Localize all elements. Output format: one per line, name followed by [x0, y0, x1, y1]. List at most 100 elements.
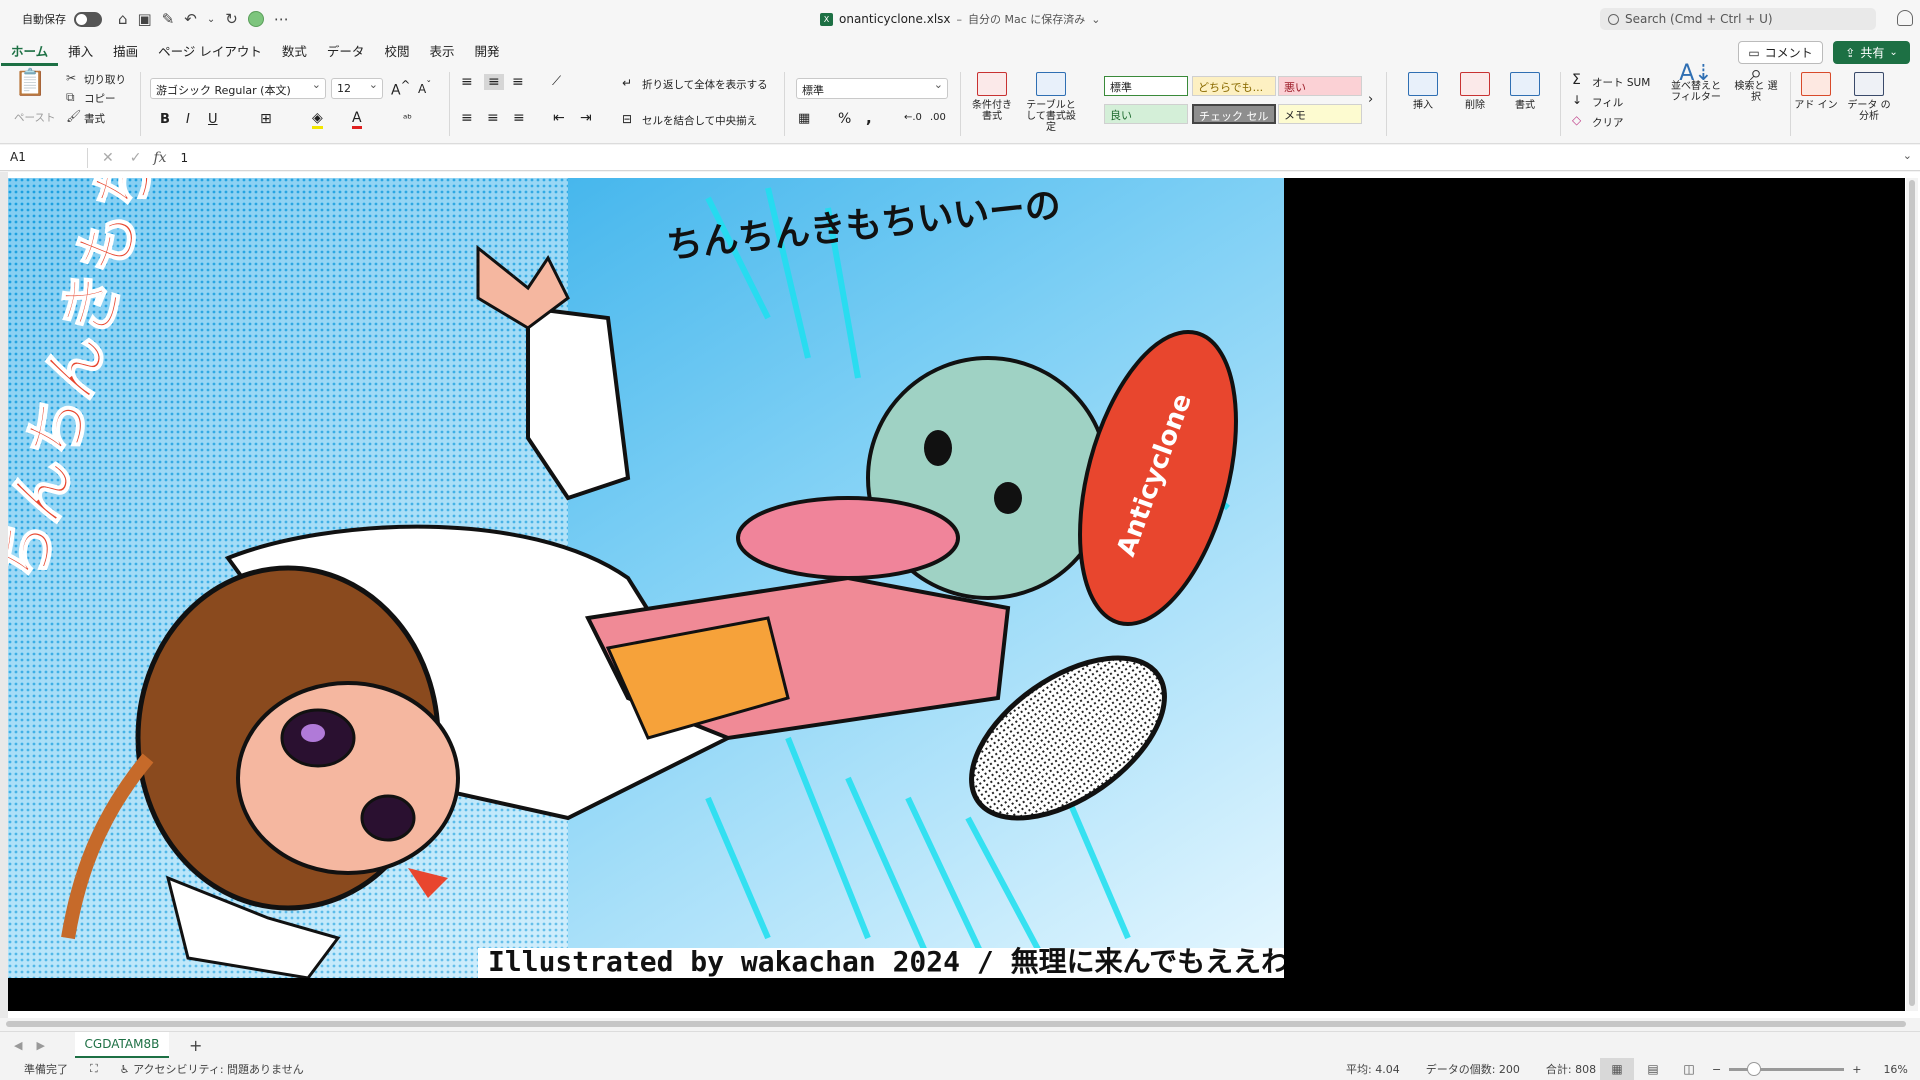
tab-home[interactable]: ホーム [1, 38, 59, 66]
zoom-slider[interactable] [1729, 1061, 1845, 1076]
document-title[interactable]: X onanticyclone.xlsx – 自分の Mac に保存済み ⌄ [820, 11, 1101, 27]
clear-button[interactable]: クリア [1592, 115, 1624, 130]
chevron-down-icon[interactable]: ⌄ [207, 14, 215, 25]
prev-sheet-icon[interactable]: ◀ [14, 1039, 22, 1052]
autosave-toggle[interactable] [74, 11, 102, 27]
cancel-icon[interactable]: ✕ [102, 150, 114, 166]
tab-developer[interactable]: 開発 [464, 38, 509, 66]
chevron-down-icon[interactable]: ⌄ [1903, 149, 1912, 162]
format-painter-icon[interactable]: 🖌 [66, 109, 81, 123]
phonetic-icon[interactable]: ᵃᵇ [403, 112, 412, 125]
wrap-text-button[interactable]: 折り返して全体を表示する [642, 77, 768, 92]
redo-icon[interactable]: ↻ [225, 10, 238, 28]
autosave-control[interactable]: 自動保存 [22, 11, 102, 27]
align-right-icon[interactable]: ≡ [513, 110, 525, 126]
page-break-view-icon[interactable]: ◫ [1672, 1058, 1706, 1080]
tab-data[interactable]: データ [317, 38, 375, 66]
table-format-button[interactable]: テーブルと して書式設定 [1022, 72, 1080, 133]
paste-icon[interactable]: 📋 [14, 68, 46, 98]
tab-review[interactable]: 校閲 [374, 38, 419, 66]
tab-draw[interactable]: 描画 [103, 38, 148, 66]
horizontal-scrollbar[interactable] [0, 1018, 1920, 1030]
fill-button[interactable]: フィル [1592, 95, 1623, 110]
underline-button[interactable]: U [208, 112, 218, 127]
increase-font-icon[interactable]: A^ [391, 78, 410, 99]
decrease-font-icon[interactable]: Aˇ [418, 80, 431, 96]
copy-icon[interactable]: ⧉ [66, 90, 75, 105]
confirm-icon[interactable]: ✓ [130, 150, 142, 166]
style-memo[interactable]: メモ [1278, 104, 1362, 124]
format-painter-button[interactable]: 書式 [84, 111, 105, 126]
number-format-select[interactable]: 標準 [796, 78, 948, 99]
tab-insert[interactable]: 挿入 [58, 38, 103, 66]
insert-cells-button[interactable]: 挿入 [1400, 72, 1446, 111]
decrease-decimal-icon[interactable]: .00 [930, 112, 946, 123]
name-box[interactable]: A1 [4, 147, 88, 168]
search-box[interactable]: Search (Cmd + Ctrl + U) [1600, 8, 1876, 30]
decrease-indent-icon[interactable]: ⇤ [553, 110, 565, 126]
save-icon[interactable]: ▣ [138, 10, 152, 28]
zoom-slider-knob[interactable] [1747, 1061, 1762, 1076]
cut-button[interactable]: 切り取り [84, 72, 126, 87]
font-color-icon[interactable]: A [352, 110, 362, 129]
merge-center-icon[interactable]: ⊟ [622, 112, 632, 126]
font-name-select[interactable]: 游ゴシック Regular (本文) [150, 78, 326, 99]
autosum-icon[interactable]: Σ [1572, 72, 1581, 88]
styles-more-icon[interactable]: › [1368, 92, 1373, 107]
vertical-scrollbar-thumb[interactable] [1909, 180, 1915, 1006]
find-select-button[interactable]: ⌕ 検索と 選択 [1730, 63, 1782, 104]
align-middle-icon[interactable]: ≡ [484, 74, 504, 90]
delete-cells-button[interactable]: 削除 [1452, 72, 1498, 111]
next-sheet-icon[interactable]: ▶ [36, 1039, 44, 1052]
normal-view-icon[interactable]: ▦ [1600, 1058, 1634, 1080]
scissors-icon[interactable]: ✂ [66, 71, 76, 85]
home-icon[interactable]: ⌂ [118, 10, 128, 28]
undo-icon[interactable]: ↶ [184, 10, 197, 28]
clear-icon[interactable]: ◇ [1572, 113, 1581, 127]
fill-icon[interactable]: ↓ [1572, 93, 1582, 107]
italic-button[interactable]: I [186, 112, 190, 127]
copy-button[interactable]: コピー [84, 91, 116, 106]
align-top-icon[interactable]: ≡ [461, 74, 473, 90]
merge-center-button[interactable]: セルを結合して中央揃え [642, 113, 757, 128]
style-normal[interactable]: 標準 [1104, 76, 1188, 96]
cell-art-canvas[interactable]: Anticyclone ちんちんきもちいい！！ ちんちんきもちいいーの Illu… [8, 178, 1905, 1011]
share-button[interactable]: ⇪ 共有 ⌄ [1833, 41, 1910, 64]
conditional-format-button[interactable]: 条件付き 書式 [968, 72, 1016, 122]
style-good[interactable]: 良い [1104, 104, 1188, 124]
tab-view[interactable]: 表示 [419, 38, 464, 66]
account-icon[interactable] [1897, 10, 1913, 26]
paste-button[interactable]: ペースト [14, 110, 55, 125]
zoom-in-icon[interactable]: + [1852, 1063, 1861, 1076]
analyze-data-button[interactable]: データ の分析 [1844, 72, 1894, 122]
more-icon[interactable]: ⋯ [274, 10, 289, 28]
tab-page-layout[interactable]: ページ レイアウト [148, 38, 272, 66]
add-sheet-icon[interactable]: + [189, 1036, 202, 1055]
style-check-cell[interactable]: チェック セル [1192, 104, 1276, 124]
autosum-button[interactable]: オート SUM [1592, 75, 1650, 90]
zoom-out-icon[interactable]: − [1712, 1063, 1721, 1076]
align-left-icon[interactable]: ≡ [461, 110, 473, 126]
increase-decimal-icon[interactable]: ←.0 [904, 112, 922, 123]
zoom-level[interactable]: 16% [1883, 1063, 1907, 1076]
vertical-scrollbar[interactable] [1906, 178, 1918, 1011]
style-neutral[interactable]: どちらでも... [1192, 76, 1276, 96]
horizontal-scrollbar-thumb[interactable] [6, 1021, 1906, 1027]
bold-button[interactable]: B [160, 112, 170, 127]
align-bottom-icon[interactable]: ≡ [512, 74, 524, 90]
sort-filter-button[interactable]: A⇣ 並べ替えと フィルター [1666, 63, 1726, 104]
insert-function-button[interactable]: fx [153, 150, 166, 166]
worksheet[interactable]: Anticyclone ちんちんきもちいい！！ ちんちんきもちいいーの Illu… [0, 172, 1920, 1018]
accounting-format-icon[interactable]: ▦ [798, 111, 810, 126]
page-layout-view-icon[interactable]: ▤ [1636, 1058, 1670, 1080]
macro-record-icon[interactable]: ⛶ [90, 1062, 98, 1076]
increase-indent-icon[interactable]: ⇥ [580, 110, 592, 126]
wrap-text-icon[interactable]: ↵ [622, 76, 632, 90]
percent-icon[interactable]: % [838, 111, 851, 127]
status-dot-icon[interactable] [247, 11, 264, 27]
formula-input[interactable]: 1 [181, 151, 189, 165]
style-bad[interactable]: 悪い [1278, 76, 1362, 96]
comma-icon[interactable]: , [866, 109, 872, 127]
borders-icon[interactable]: ⊞ [260, 111, 272, 127]
font-size-select[interactable]: 12 [331, 78, 383, 99]
